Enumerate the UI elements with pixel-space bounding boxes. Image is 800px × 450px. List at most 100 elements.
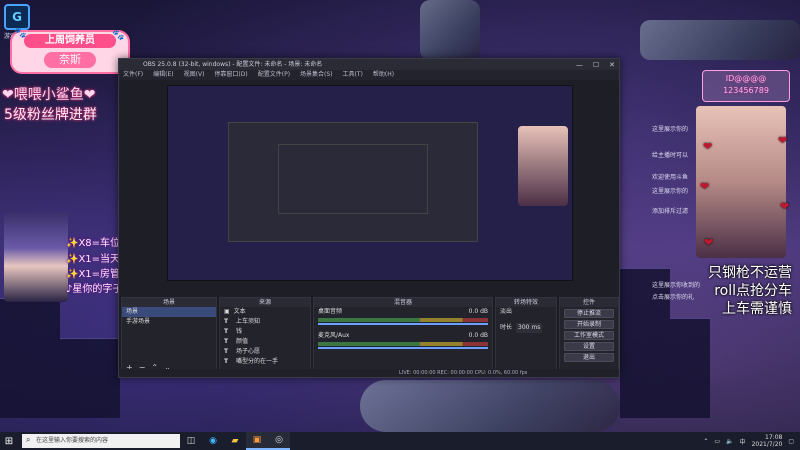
sources-dock-title: 来源 bbox=[220, 298, 310, 307]
exit-button[interactable]: 退出 bbox=[564, 353, 614, 362]
window-title: OBS 25.0.8 (32-bit, windows) - 配置文件: 未命名… bbox=[143, 61, 323, 68]
file-explorer-icon[interactable]: ▰ bbox=[224, 432, 246, 450]
mixer-dock: 混音器 桌面音频 0.0 dB 麦克风/Aux 0.0 dB bbox=[313, 297, 493, 375]
chat-hint: 这里展示你收到的 bbox=[652, 282, 701, 289]
scene-item[interactable]: 手游场景 bbox=[122, 317, 216, 327]
chat-hint: 给主播时可以 bbox=[652, 152, 689, 159]
text-source-icon: T bbox=[224, 328, 229, 335]
folder-icon: ▣ bbox=[224, 308, 230, 315]
settings-button[interactable]: 设置 bbox=[564, 342, 614, 351]
source-item[interactable]: T 场子心愿 bbox=[220, 347, 310, 357]
scenes-dock-title: 场景 bbox=[122, 298, 216, 307]
volume-slider[interactable] bbox=[318, 323, 488, 325]
camera-preview-image bbox=[518, 126, 568, 206]
volume-meter bbox=[318, 318, 488, 322]
source-item[interactable]: T 上车须知 bbox=[220, 317, 310, 327]
fan-text-line: 5级粉丝牌进群 bbox=[4, 107, 97, 123]
obs-menubar: 文件(F) 编辑(E) 视图(V) 停靠窗口(D) 配置文件(P) 场景集合(S… bbox=[119, 70, 619, 80]
heart-icon: ❤ bbox=[778, 134, 788, 147]
obs-docks: 场景 场景 手游场景 + − ⌃ ⌄ 来源 ▣ 文本 T 上车须知 T钱 T 颜值 T 场子心… bbox=[119, 297, 619, 377]
fan-text-line: ❤喂喂小鲨鱼❤ bbox=[2, 87, 96, 103]
city-building bbox=[670, 318, 710, 418]
game-booster-icon[interactable]: ▣ bbox=[246, 432, 268, 450]
volume-icon[interactable]: 🔈 bbox=[726, 438, 733, 445]
mixer-track: 麦克风/Aux 0.0 dB bbox=[314, 331, 492, 341]
studio-mode-button[interactable]: 工作室模式 bbox=[564, 331, 614, 340]
badge-name: 奈斯 bbox=[44, 52, 96, 68]
source-item[interactable]: T 颜值 bbox=[220, 337, 310, 347]
task-view-icon[interactable]: ◫ bbox=[180, 432, 202, 450]
text-source-icon: T bbox=[224, 348, 229, 355]
duration-row: 时长 300 ms bbox=[496, 323, 556, 333]
right-id-line: 123456789 bbox=[723, 86, 769, 95]
right-id-badge: ID@@@@ 123456789 bbox=[702, 70, 790, 102]
windows-start-icon[interactable]: ⊞ bbox=[0, 432, 18, 450]
system-tray: ⌃ ▭ 🔈 中 17:08 2021/7/20 ▢ bbox=[703, 434, 800, 448]
obs-taskbar-icon[interactable]: ◎ bbox=[268, 432, 290, 450]
scene-item-label: 手游场景 bbox=[126, 318, 151, 325]
taskbar: ⊞ 在这里输入你要搜索的内容 ◫ ◉ ▰ ▣ ◎ ⌃ ▭ 🔈 中 17:08 2… bbox=[0, 432, 800, 450]
edge-browser-icon[interactable]: ◉ bbox=[202, 432, 224, 450]
robot-arm-image bbox=[420, 0, 480, 60]
sources-dock: 来源 ▣ 文本 T 上车须知 T钱 T 颜值 T 场子心愿 T 嘴型分的在一手 bbox=[219, 297, 311, 375]
duration-input[interactable]: 300 ms bbox=[516, 323, 543, 333]
clock[interactable]: 17:08 2021/7/20 bbox=[752, 434, 783, 448]
clock-date: 2021/7/20 bbox=[751, 441, 783, 448]
stop-streaming-button[interactable]: 停止推流 bbox=[564, 309, 614, 318]
rule-text: 只钢枪不运营 bbox=[708, 265, 792, 281]
source-label: 颜值 bbox=[236, 338, 249, 345]
start-recording-button[interactable]: 开始录制 bbox=[564, 320, 614, 329]
source-label: 上车须知 bbox=[236, 318, 261, 325]
input-language[interactable]: 中 bbox=[740, 437, 746, 446]
menu-edit[interactable]: 编辑(E) bbox=[153, 70, 173, 80]
menu-tools[interactable]: 工具(T) bbox=[343, 70, 363, 80]
chat-hint: 这里展示你的 bbox=[652, 126, 689, 133]
source-label: 场子心愿 bbox=[236, 348, 261, 355]
source-label: 文本 bbox=[233, 308, 246, 315]
heart-icon: ❤ bbox=[780, 200, 790, 213]
source-item[interactable]: T钱 bbox=[220, 327, 310, 337]
menu-scene-collection[interactable]: 场景集合(S) bbox=[300, 70, 333, 80]
transition-select[interactable]: 淡出 bbox=[496, 307, 556, 317]
scenes-dock: 场景 场景 手游场景 + − ⌃ ⌄ bbox=[121, 297, 217, 375]
paw-icon: 🐾 bbox=[112, 30, 125, 41]
app-logo-icon[interactable]: G bbox=[4, 4, 30, 30]
transition-type: 淡出 bbox=[500, 308, 513, 315]
mixer-track-name: 麦克风/Aux bbox=[318, 332, 350, 339]
mixer-track-name: 桌面音频 bbox=[318, 308, 343, 315]
transitions-dock-title: 转场特效 bbox=[496, 298, 556, 307]
clock-time: 17:08 bbox=[765, 434, 783, 441]
menu-help[interactable]: 帮助(H) bbox=[373, 70, 394, 80]
menu-file[interactable]: 文件(F) bbox=[123, 70, 143, 80]
volume-slider[interactable] bbox=[318, 347, 488, 349]
obs-window[interactable]: OBS 25.0.8 (32-bit, windows) - 配置文件: 未命名… bbox=[118, 58, 620, 378]
robot-arm-image bbox=[640, 20, 800, 60]
recursive-preview bbox=[278, 144, 428, 214]
vtuber-avatar-image bbox=[4, 212, 68, 302]
obs-titlebar[interactable]: OBS 25.0.8 (32-bit, windows) - 配置文件: 未命名… bbox=[119, 59, 619, 70]
mixer-track: 桌面音频 0.0 dB bbox=[314, 307, 492, 317]
tray-expand-icon[interactable]: ⌃ bbox=[703, 438, 708, 445]
text-source-icon: T bbox=[224, 358, 229, 365]
menu-docks[interactable]: 停靠窗口(D) bbox=[214, 70, 247, 80]
controls-dock: 控件 停止推流 开始录制 工作室模式 设置 退出 bbox=[559, 297, 619, 375]
mixer-track-db: 0.0 dB bbox=[468, 332, 488, 339]
volume-meter bbox=[318, 342, 488, 346]
network-icon[interactable]: ▭ bbox=[714, 438, 720, 445]
taskbar-search-input[interactable]: 在这里输入你要搜索的内容 bbox=[22, 433, 180, 448]
text-source-icon: T bbox=[224, 318, 229, 325]
robot-arm-image bbox=[360, 380, 620, 432]
notification-icon[interactable]: ▢ bbox=[788, 438, 794, 445]
heart-icon: ❤ bbox=[700, 180, 710, 193]
menu-view[interactable]: 视图(V) bbox=[184, 70, 205, 80]
heart-icon: ❤ bbox=[704, 236, 714, 249]
heart-icon: ❤ bbox=[703, 140, 713, 153]
text-source-icon: T bbox=[224, 338, 229, 345]
menu-profile[interactable]: 配置文件(P) bbox=[258, 70, 290, 80]
chat-hint: 这里展示你的 bbox=[652, 188, 689, 195]
source-item[interactable]: ▣ 文本 bbox=[220, 307, 310, 317]
scene-item[interactable]: 场景 bbox=[122, 307, 216, 317]
source-item[interactable]: T 嘴型分的在一手 bbox=[220, 357, 310, 367]
stream-preview[interactable] bbox=[167, 85, 573, 281]
right-id-line: ID@@@@ bbox=[725, 74, 767, 83]
